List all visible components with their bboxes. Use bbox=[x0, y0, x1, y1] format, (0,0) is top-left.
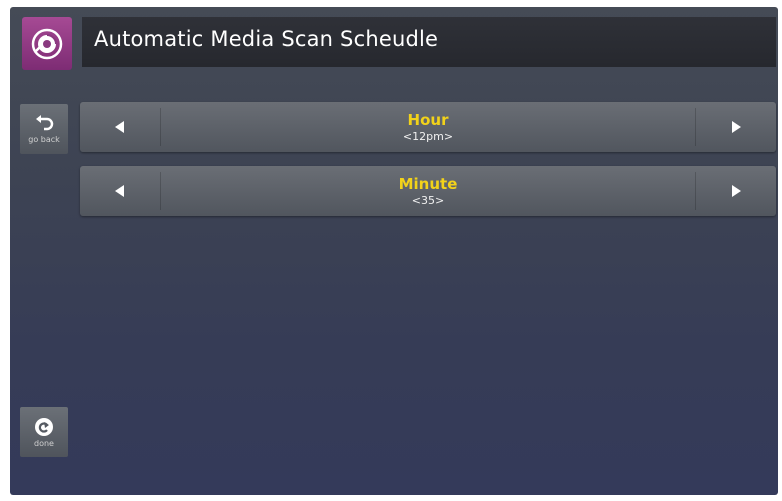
go-back-button[interactable]: go back bbox=[20, 104, 68, 154]
app-icon-tile[interactable] bbox=[22, 17, 72, 70]
done-label: done bbox=[34, 438, 54, 448]
hour-prev-button[interactable] bbox=[80, 102, 160, 152]
hour-label: Hour bbox=[407, 110, 449, 129]
minute-picker: Minute <35> bbox=[80, 166, 776, 216]
title-bar: Automatic Media Scan Scheudle bbox=[82, 17, 776, 67]
page-title: Automatic Media Scan Scheudle bbox=[94, 27, 439, 51]
done-button[interactable]: done bbox=[20, 407, 68, 457]
minute-display: Minute <35> bbox=[160, 166, 696, 216]
undo-arrow-icon bbox=[36, 114, 54, 130]
minute-next-button[interactable] bbox=[696, 166, 776, 216]
hour-picker: Hour <12pm> bbox=[80, 102, 776, 152]
right-arrow-icon bbox=[732, 185, 741, 197]
left-arrow-icon bbox=[115, 185, 124, 197]
right-arrow-icon bbox=[732, 121, 741, 133]
minute-label: Minute bbox=[398, 174, 458, 193]
hour-value: <12pm> bbox=[402, 129, 454, 143]
hour-next-button[interactable] bbox=[696, 102, 776, 152]
redo-circle-icon bbox=[35, 417, 53, 436]
hour-display: Hour <12pm> bbox=[160, 102, 696, 152]
go-back-label: go back bbox=[28, 134, 60, 144]
left-arrow-icon bbox=[115, 121, 124, 133]
minute-prev-button[interactable] bbox=[80, 166, 160, 216]
screen: Automatic Media Scan Scheudle go back do… bbox=[10, 7, 778, 495]
minute-value: <35> bbox=[411, 193, 445, 207]
media-scan-icon bbox=[31, 28, 63, 59]
